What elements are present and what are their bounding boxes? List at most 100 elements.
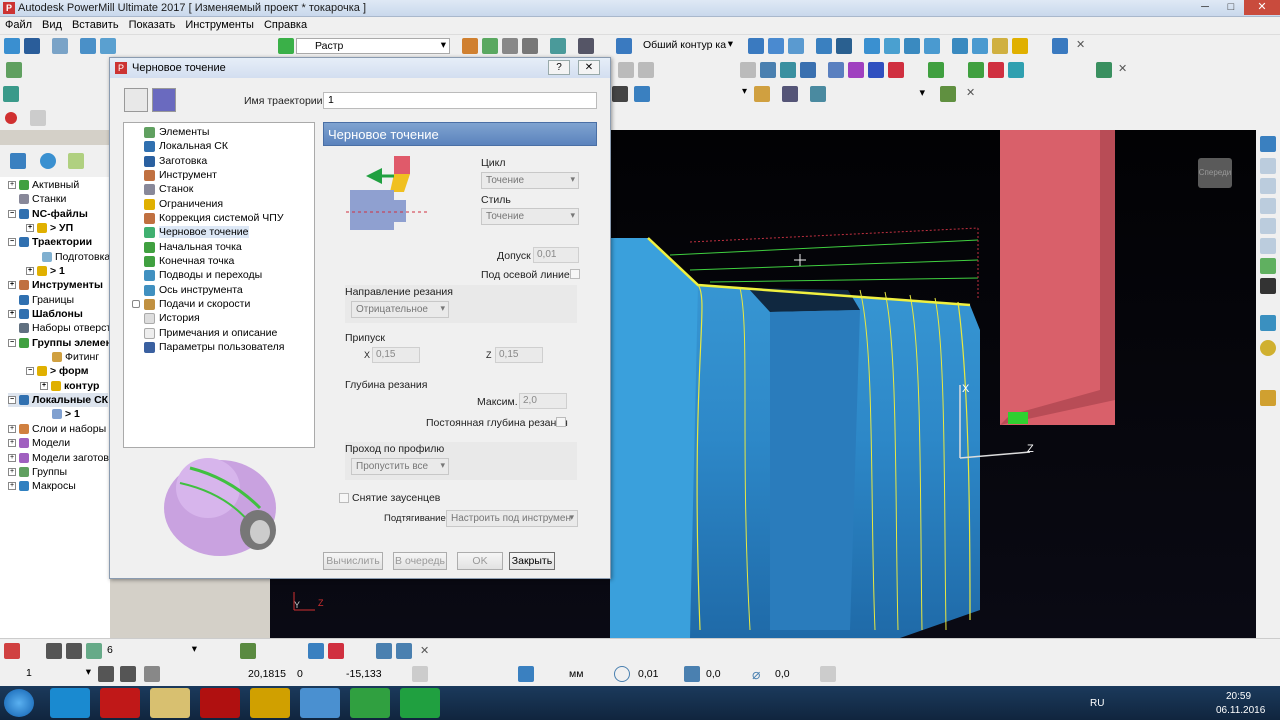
menu-insert[interactable]: Вставить (67, 17, 124, 33)
dialog-tree-item[interactable]: Заготовка (144, 154, 207, 168)
snap-status-icon[interactable] (308, 643, 324, 659)
angle2-icon[interactable] (820, 666, 836, 682)
pencil-icon[interactable] (376, 643, 392, 659)
layer-icon[interactable] (6, 62, 22, 78)
cut-icon[interactable] (1052, 38, 1068, 54)
feature-icon[interactable] (616, 38, 632, 54)
explorer-item[interactable]: − Группы элемен (8, 336, 112, 350)
explorer-item[interactable]: + Модели заготов (8, 451, 109, 465)
profile-select[interactable]: Пропустить все (351, 458, 449, 475)
dialog-tree-item[interactable]: Примечания и описание (144, 326, 277, 340)
folder-icon[interactable] (816, 38, 832, 54)
dialog-tree-item[interactable]: Инструмент (144, 168, 217, 182)
tool-icon[interactable] (462, 38, 478, 54)
powermill-icon[interactable] (250, 688, 290, 718)
loop-icon[interactable] (884, 38, 900, 54)
cycle-select[interactable]: Точение (481, 172, 579, 189)
wand-icon[interactable] (940, 86, 956, 102)
tol-icon-2[interactable] (66, 643, 82, 659)
acrobat-icon[interactable] (200, 688, 240, 718)
combo4[interactable]: ▾ (832, 86, 928, 102)
explorer-item[interactable]: − Локальные СК (8, 393, 109, 407)
workplane-icon[interactable] (120, 666, 136, 682)
toolbar2-close-icon[interactable]: ✕ (1118, 62, 1127, 75)
explorer-item[interactable]: − NC-файлы (8, 207, 88, 221)
style-select[interactable]: Точение (481, 208, 579, 225)
cursor-icon[interactable] (240, 643, 256, 659)
raster-combo[interactable]: Растр ▾ (296, 38, 450, 54)
hand-icon[interactable] (1260, 390, 1276, 406)
view1-icon[interactable] (618, 62, 634, 78)
strategy-icon[interactable] (278, 38, 294, 54)
units-icon[interactable] (518, 666, 534, 682)
tol-icon-1[interactable] (46, 643, 62, 659)
explorer-icon[interactable] (150, 688, 190, 718)
path-icon[interactable] (968, 62, 984, 78)
explorer-item[interactable]: + > 1 (26, 264, 65, 278)
tolerance-combo[interactable]: 6 ▾ (104, 643, 200, 659)
view-side-icon[interactable] (1260, 198, 1276, 214)
queue-button[interactable]: В очередь (393, 552, 447, 570)
menu-show[interactable]: Показать (124, 17, 181, 33)
dialog-tree-item[interactable]: Ось инструмента (144, 283, 243, 297)
shade2-icon[interactable] (848, 62, 864, 78)
coord-mode-icon[interactable] (412, 666, 428, 682)
surface-icon[interactable] (904, 38, 920, 54)
explorer-item[interactable]: + Группы (8, 465, 67, 479)
shade3-icon[interactable] (868, 62, 884, 78)
explorer-toggle-icon[interactable] (3, 86, 19, 102)
view-front-icon[interactable] (1260, 178, 1276, 194)
bin-icon[interactable] (68, 153, 84, 169)
tolerance-input[interactable]: 0,01 (533, 247, 579, 263)
select-icon[interactable] (634, 86, 650, 102)
view4-icon[interactable] (760, 62, 776, 78)
explorer-item[interactable]: + Модели (8, 436, 70, 450)
coords-icon[interactable] (144, 666, 160, 682)
view2-icon[interactable] (638, 62, 654, 78)
stock-icon[interactable] (988, 62, 1004, 78)
below-axis-checkbox[interactable] (570, 269, 580, 279)
explorer-item[interactable]: + Шаблоны (8, 307, 83, 321)
view3-icon[interactable] (740, 62, 756, 78)
ok-button[interactable]: OK (457, 552, 503, 570)
dialog-tree-item[interactable]: Параметры пользователя (144, 340, 284, 354)
measure-icon[interactable] (612, 86, 628, 102)
dialog-tree-item[interactable]: Конечная точка (144, 254, 234, 268)
snap-icon[interactable] (952, 38, 968, 54)
help-button[interactable]: ? (548, 60, 570, 75)
const-depth-checkbox[interactable] (556, 417, 566, 427)
dialog-tree-item[interactable]: Станок (144, 182, 193, 196)
grid-icon[interactable] (972, 38, 988, 54)
refresh-icon[interactable] (1260, 258, 1276, 274)
dialog-tree-item[interactable]: История (144, 311, 200, 325)
camtasia-icon[interactable] (350, 688, 390, 718)
deburr-checkbox[interactable] (339, 493, 349, 503)
axis-icon[interactable] (928, 62, 944, 78)
menu-view[interactable]: Вид (37, 17, 67, 33)
tree-tab-icon[interactable] (10, 153, 26, 169)
undo-icon[interactable] (1012, 38, 1028, 54)
toolpath-name-input[interactable]: 1 (323, 92, 597, 109)
calc-icon[interactable] (482, 38, 498, 54)
move-icon[interactable] (768, 38, 784, 54)
allowance-x-input[interactable]: 0,15 (372, 347, 420, 363)
explorer-item[interactable]: + > УП (26, 221, 73, 235)
dialog-tree-item[interactable]: Локальная СК (144, 139, 228, 153)
cut-direction-select[interactable]: Отрицательное (351, 301, 449, 318)
explorer-item[interactable]: − Траектории (8, 235, 92, 249)
toolpath-icon[interactable] (152, 88, 176, 112)
tool-status-icon[interactable] (4, 643, 20, 659)
layer-combo[interactable]: 1 ▾ (4, 666, 94, 682)
x-tool-icon[interactable] (748, 38, 764, 54)
explorer-item[interactable]: Станки (19, 192, 66, 206)
contour-combo[interactable]: Обший контур ка ▾ (640, 38, 736, 54)
eraser-icon[interactable] (992, 38, 1008, 54)
globe-icon[interactable] (40, 153, 56, 169)
snap2-icon[interactable] (328, 643, 344, 659)
curve-icon[interactable] (864, 38, 880, 54)
explorer-item[interactable]: Фитинг (52, 350, 99, 364)
camtasia-recorder-icon[interactable] (400, 688, 440, 718)
record-icon[interactable] (5, 112, 17, 124)
view6-icon[interactable] (800, 62, 816, 78)
clock-date[interactable]: 06.11.2016 (1216, 705, 1265, 716)
